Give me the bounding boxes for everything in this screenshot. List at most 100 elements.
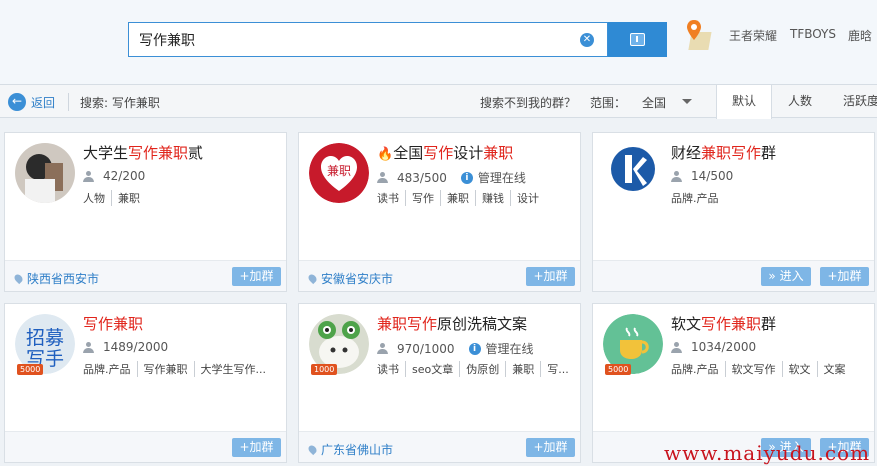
tag: 文案	[816, 361, 852, 377]
name-highlight: 兼职	[483, 144, 514, 162]
back-button[interactable]: ← 返回	[8, 92, 55, 112]
scope-select[interactable]: 全国	[632, 90, 700, 112]
group-name[interactable]: 🔥全国写作设计兼职	[377, 142, 513, 163]
name-highlight: 写作	[423, 144, 454, 162]
level-badge: 5000	[605, 364, 632, 375]
join-group-button[interactable]: +加群	[232, 438, 281, 457]
scope-label: 范围：	[590, 96, 627, 110]
pin-icon	[306, 272, 319, 285]
admin-online-status: i 管理在线	[468, 340, 534, 357]
back-arrow-icon: ←	[8, 93, 26, 111]
group-name[interactable]: 兼职写作原创洗稿文案	[377, 313, 527, 334]
location-map-icon[interactable]	[686, 18, 718, 54]
join-group-button[interactable]: +加群	[820, 267, 869, 286]
hot-keyword-3[interactable]: 鹿晗	[848, 27, 872, 44]
member-count: 1489/2000	[83, 340, 168, 354]
people-icon	[83, 170, 97, 182]
info-icon: i	[460, 171, 473, 184]
location-link[interactable]: 陕西省西安市	[12, 270, 100, 287]
group-name[interactable]: 大学生写作兼职贰	[83, 142, 203, 163]
enter-group-button[interactable]: » 进入	[761, 267, 811, 286]
tag: 品牌.产品	[671, 192, 719, 205]
location-link[interactable]: 安徽省安庆市	[306, 270, 393, 287]
tab-members[interactable]: 人数	[772, 85, 828, 118]
member-count: 970/1000 i 管理在线	[377, 340, 534, 357]
level-badge: 1000	[311, 364, 338, 375]
search-input[interactable]	[139, 29, 569, 51]
tag: 读书	[377, 192, 399, 205]
group-card[interactable]: 大学生写作兼职贰 42/200 人物 兼职 陕西省西安市 +加群	[4, 132, 287, 292]
tag: seo文章	[405, 361, 459, 377]
tab-activity[interactable]: 活跃度	[836, 85, 877, 118]
card-footer: +加群	[5, 431, 286, 462]
tag: 写...	[540, 361, 575, 377]
name-part: 贰	[188, 144, 204, 162]
tag: 读书	[377, 363, 399, 376]
name-part: 全国	[393, 144, 424, 162]
location-label: 陕西省西安市	[27, 272, 100, 286]
group-card[interactable]: 1000 兼职写作原创洗稿文案 970/1000 i 管理在线 读书 seo文章 伪…	[298, 303, 581, 463]
location-link[interactable]: 广东省佛山市	[306, 441, 393, 458]
chevron-down-icon	[682, 99, 692, 104]
member-count: 42/200	[83, 169, 145, 183]
name-part: 群	[761, 144, 777, 162]
search-box[interactable]: ✕	[128, 22, 608, 57]
tag-list: 人物 兼职	[83, 190, 146, 206]
name-part: 财经	[671, 144, 702, 162]
group-card[interactable]: 招募 写手 5000 写作兼职 1489/2000 品牌.产品 写作兼职 大学生写…	[4, 303, 287, 463]
join-group-button[interactable]: +加群	[526, 438, 575, 457]
card-footer: 陕西省西安市 +加群	[5, 260, 286, 291]
tag: 兼职	[440, 190, 475, 206]
tag: 人物	[83, 192, 105, 205]
search-icon	[630, 33, 645, 46]
join-group-button[interactable]: +加群	[526, 267, 575, 286]
filter-bar: ← 返回 搜索: 写作兼职 搜索不到我的群？ 范围： 全国 默认 人数 活跃度	[0, 84, 877, 119]
tag: 软文写作	[724, 361, 782, 377]
name-part: 软文	[671, 315, 702, 333]
group-card[interactable]: 5000 软文写作兼职群 1034/2000 品牌.产品 软文写作 软文 文案 …	[592, 303, 875, 463]
tag-list: 品牌.产品	[671, 190, 725, 206]
tag: 写作兼职	[136, 361, 194, 377]
tag: 品牌.产品	[671, 363, 719, 376]
scope-value: 全国	[642, 96, 667, 110]
hot-keyword-1[interactable]: 王者荣耀	[729, 27, 777, 44]
join-group-button[interactable]: +加群	[232, 267, 281, 286]
member-count-value: 483/500	[397, 170, 447, 185]
back-label: 返回	[31, 95, 56, 110]
search-button[interactable]	[608, 22, 667, 57]
name-part: 设计	[453, 144, 484, 162]
people-icon	[83, 341, 97, 353]
people-icon	[671, 170, 685, 182]
name-highlight: 写作兼职	[701, 315, 762, 333]
admin-online-status: i 管理在线	[460, 169, 526, 186]
tag: 兼职	[111, 190, 146, 206]
tag: 写作	[405, 190, 440, 206]
people-icon	[377, 172, 391, 183]
group-card[interactable]: 财经兼职写作群 14/500 品牌.产品 » 进入 +加群	[592, 132, 875, 292]
tag: 伪原创	[459, 361, 505, 377]
group-card[interactable]: 兼职 🔥全国写作设计兼职 483/500 i 管理在线 读书 写作 兼职 赚钱 设计…	[298, 132, 581, 292]
name-highlight: 写作兼职	[128, 144, 189, 162]
member-count-value: 1034/2000	[691, 340, 757, 354]
card-footer: 安徽省安庆市 +加群	[299, 260, 580, 291]
tag: 赚钱	[475, 190, 510, 206]
fire-icon: 🔥	[377, 147, 394, 162]
card-footer: 广东省佛山市 +加群	[299, 431, 580, 462]
info-icon: i	[468, 342, 481, 355]
tag: 软文	[781, 361, 817, 377]
admin-online-label: 管理在线	[485, 342, 534, 356]
tab-default[interactable]: 默认	[716, 85, 772, 119]
tag: 设计	[510, 190, 545, 206]
group-name[interactable]: 软文写作兼职群	[671, 313, 776, 334]
not-found-link[interactable]: 搜索不到我的群？	[480, 94, 576, 111]
pin-icon	[306, 443, 319, 456]
member-count-value: 14/500	[691, 169, 734, 183]
hot-keyword-2[interactable]: TFBOYS	[790, 27, 836, 41]
group-avatar: 兼职	[309, 143, 369, 203]
admin-online-label: 管理在线	[477, 171, 526, 185]
clear-search-icon[interactable]: ✕	[580, 33, 594, 47]
name-part: 群	[761, 315, 777, 333]
group-name[interactable]: 写作兼职	[83, 313, 143, 334]
group-name[interactable]: 财经兼职写作群	[671, 142, 776, 163]
name-part: 大学生	[83, 144, 129, 162]
